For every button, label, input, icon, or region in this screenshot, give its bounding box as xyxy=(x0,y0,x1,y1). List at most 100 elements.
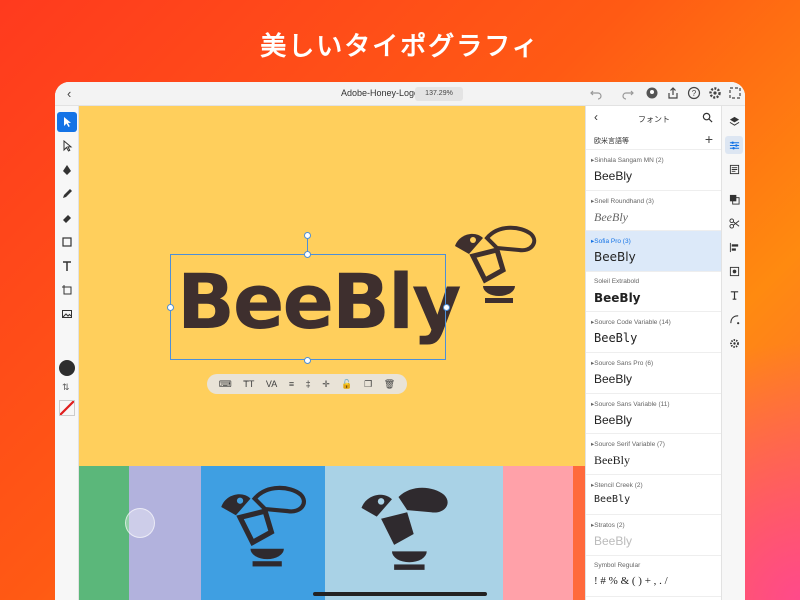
font-item[interactable]: ▸Stencil Creek (2) BeeBly xyxy=(586,475,721,516)
share-icon[interactable] xyxy=(666,86,680,100)
curve-icon[interactable] xyxy=(725,310,743,328)
fill-color-swatch[interactable] xyxy=(59,360,75,376)
bee-logo[interactable] xyxy=(449,224,541,316)
font-item[interactable]: ▸Sinhala Sangam MN (2) BeeBly xyxy=(586,150,721,191)
font-name: ▸Source Serif Variable (7) xyxy=(591,441,665,449)
font-sample: BeeBly xyxy=(594,493,631,505)
chevron-left-icon[interactable]: ‹ xyxy=(67,86,71,101)
add-font-button[interactable]: + xyxy=(705,131,713,147)
font-sample: ! # % & ( ) + , . / xyxy=(594,574,668,587)
redo-icon[interactable] xyxy=(621,86,635,100)
font-sample: BeeBly xyxy=(594,290,641,305)
trash-icon[interactable]: 🗑 xyxy=(384,379,395,390)
font-sample: BeeBly xyxy=(594,169,633,183)
home-indicator[interactable] xyxy=(313,592,487,596)
layers-icon[interactable] xyxy=(725,112,743,130)
artboard-blue[interactable] xyxy=(201,466,325,600)
cut-icon[interactable] xyxy=(725,214,743,232)
swap-colors-icon[interactable]: ⇅ xyxy=(62,382,70,393)
lock-icon[interactable]: 🔓 xyxy=(341,379,352,390)
pen-tool-icon[interactable] xyxy=(57,160,77,180)
stroke-color-swatch[interactable] xyxy=(59,400,75,416)
select-tool-icon[interactable] xyxy=(57,112,77,132)
font-panel: ‹ フォント 欧米言語等 + ▸Sinhala Sangam MN (2) Be… xyxy=(585,106,721,600)
resize-handle-bottom[interactable] xyxy=(304,357,311,364)
text-style-icon[interactable] xyxy=(725,286,743,304)
font-name: ▸Stratos (2) xyxy=(591,522,625,530)
frame-icon[interactable] xyxy=(725,262,743,280)
font-item[interactable]: ▸Stratos (2) BeeBly xyxy=(586,515,721,556)
language-label: 欧米言語等 xyxy=(594,137,629,145)
artboard-light-blue[interactable] xyxy=(325,466,503,600)
search-icon[interactable] xyxy=(702,112,713,123)
font-item-selected[interactable]: ▸Sofia Pro (3) BeeBly xyxy=(586,231,721,272)
arrange-icon[interactable] xyxy=(725,190,743,208)
context-bar: ⌨ ꓔT VA ≡ ‡ ✛ 🔓 ❐ 🗑 xyxy=(207,374,407,394)
cloud-user-icon[interactable] xyxy=(645,86,659,100)
font-name: Soleil Extrabold xyxy=(594,277,640,285)
transform-tool-icon[interactable] xyxy=(57,280,77,300)
font-name: ▸Sofia Pro (3) xyxy=(591,238,631,246)
font-name: ▸Stencil Creek (2) xyxy=(591,481,643,489)
bee-logo xyxy=(221,485,306,567)
font-item[interactable]: ▸Snell Roundhand (3) BeeBly xyxy=(586,191,721,232)
artboard-green[interactable] xyxy=(79,466,129,600)
baseline-icon[interactable]: ‡ xyxy=(306,379,311,389)
gear-icon[interactable] xyxy=(708,86,722,100)
font-name: ▸Source Code Variable (14) xyxy=(591,319,671,327)
eraser-tool-icon[interactable] xyxy=(57,208,77,228)
font-language-filter[interactable]: 欧米言語等 + xyxy=(586,130,721,150)
font-name: ▸Sinhala Sangam MN (2) xyxy=(591,157,664,164)
touch-indicator xyxy=(125,508,155,538)
artboard[interactable]: BeeBly ⌨ ꓔT VA ≡ ‡ ✛ 🔓 ❐ 🗑 xyxy=(79,106,585,466)
direct-select-tool-icon[interactable] xyxy=(57,136,77,156)
artboard-pink[interactable] xyxy=(503,466,573,600)
rotation-handle[interactable] xyxy=(304,232,311,239)
shape-tool-icon[interactable] xyxy=(57,232,77,252)
top-bar: ‹ Adobe-Honey-Logo 137.29% ? xyxy=(55,82,745,106)
align-icon[interactable] xyxy=(725,238,743,256)
export-icon[interactable] xyxy=(728,86,742,100)
artboard-orange[interactable] xyxy=(573,466,585,600)
font-sample: BeeBly xyxy=(594,371,633,386)
font-size-icon[interactable]: ꓔT xyxy=(243,379,254,390)
text-box-icon[interactable]: ⌨ xyxy=(219,379,232,390)
undo-icon[interactable] xyxy=(589,86,603,100)
font-item[interactable]: ▸Source Serif Variable (7) BeeBly xyxy=(586,434,721,475)
app-window: ‹ Adobe-Honey-Logo 137.29% ? ⇅ BeeBly ⌨ … xyxy=(55,82,745,600)
pencil-tool-icon[interactable] xyxy=(57,184,77,204)
font-name: ▸Snell Roundhand (3) xyxy=(591,197,654,205)
font-name: Symbol Regular xyxy=(594,561,641,569)
fill-icon[interactable] xyxy=(725,160,743,178)
svg-text:?: ? xyxy=(692,89,697,98)
settings-icon[interactable] xyxy=(725,334,743,352)
selection-box xyxy=(170,254,446,360)
image-tool-icon[interactable] xyxy=(57,304,77,324)
font-sample: BeeBly xyxy=(594,534,633,549)
font-item[interactable]: ▸Source Code Variable (14) BeeBly xyxy=(586,312,721,353)
font-name: ▸Source Sans Pro (6) xyxy=(591,359,654,367)
toolbar-left: ⇅ xyxy=(55,106,79,600)
font-sample: BeeBly xyxy=(594,453,630,468)
font-item[interactable]: ▸Source Sans Variable (11) BeeBly xyxy=(586,394,721,435)
font-sample: BeeBly xyxy=(594,412,633,427)
canvas[interactable]: BeeBly ⌨ ꓔT VA ≡ ‡ ✛ 🔓 ❐ 🗑 xyxy=(79,106,585,600)
font-sample: BeeBly xyxy=(594,250,636,265)
resize-handle-top[interactable] xyxy=(304,251,311,258)
type-tool-icon[interactable] xyxy=(57,256,77,276)
bee-logo xyxy=(361,487,448,570)
duplicate-icon[interactable]: ❐ xyxy=(364,379,372,390)
align-icon[interactable]: ✛ xyxy=(322,379,330,390)
help-icon[interactable]: ? xyxy=(687,86,701,100)
document-title[interactable]: Adobe-Honey-Logo xyxy=(341,88,419,98)
font-item[interactable]: Symbol Regular ! # % & ( ) + , . / xyxy=(586,556,721,597)
zoom-level[interactable]: 137.29% xyxy=(415,87,463,101)
font-item[interactable]: Soleil Extrabold BeeBly xyxy=(586,272,721,313)
font-name: ▸Source Sans Variable (11) xyxy=(591,400,670,408)
font-panel-header: ‹ フォント xyxy=(586,106,721,130)
resize-handle-left[interactable] xyxy=(167,304,174,311)
tracking-icon[interactable]: VA xyxy=(266,379,277,389)
font-item[interactable]: ▸Source Sans Pro (6) BeeBly xyxy=(586,353,721,394)
line-height-icon[interactable]: ≡ xyxy=(289,379,294,389)
properties-icon[interactable] xyxy=(725,136,743,154)
